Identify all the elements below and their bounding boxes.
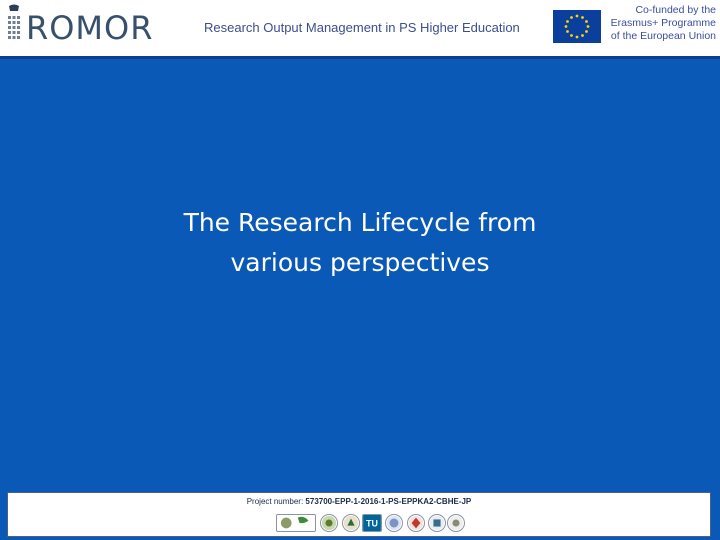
romor-logo: ROMOR [4,4,152,48]
eu-text-line: Co-funded by the [635,4,716,16]
eu-flag-icon [553,10,601,43]
project-number-text: Project number: 573700-EPP-1-2016-1-PS-E… [8,497,710,506]
slide: ROMOR Research Output Management in PS H… [0,0,720,540]
svg-text:TU: TU [366,519,378,529]
project-number: 573700-EPP-1-2016-1-PS-EPPKA2-CBHE-JP [305,497,472,506]
partner-logo-icon [342,514,360,532]
eu-text-line: Erasmus+ Programme [610,17,716,29]
partner-logo-icon [276,514,316,532]
logo-text: ROMOR [26,9,154,47]
eu-cofunding-text: Co-funded by the Erasmus+ Programme of t… [606,4,716,43]
partner-logo-icon [385,514,403,532]
slide-header: ROMOR Research Output Management in PS H… [0,0,720,56]
partner-logo-icon [428,514,446,532]
partner-logo-icon [407,514,425,532]
slide-footer: Project number: 573700-EPP-1-2016-1-PS-E… [7,492,711,537]
tu-wien-logo-icon: TU [362,514,382,532]
slide-title-line: various perspectives [230,248,490,277]
partner-logo-icon [320,514,338,532]
project-label: Project number: [246,497,304,506]
slide-title-line: The Research Lifecycle from [183,208,537,237]
header-divider [0,56,720,59]
partner-logo-icon [447,514,465,532]
eu-text-line: of the European Union [610,30,716,42]
header-title: Research Output Management in PS Higher … [204,20,520,35]
slide-title: The Research Lifecycle from various pers… [120,203,600,283]
romor-logo-icon [8,4,20,39]
partner-logos: TU [268,512,465,536]
